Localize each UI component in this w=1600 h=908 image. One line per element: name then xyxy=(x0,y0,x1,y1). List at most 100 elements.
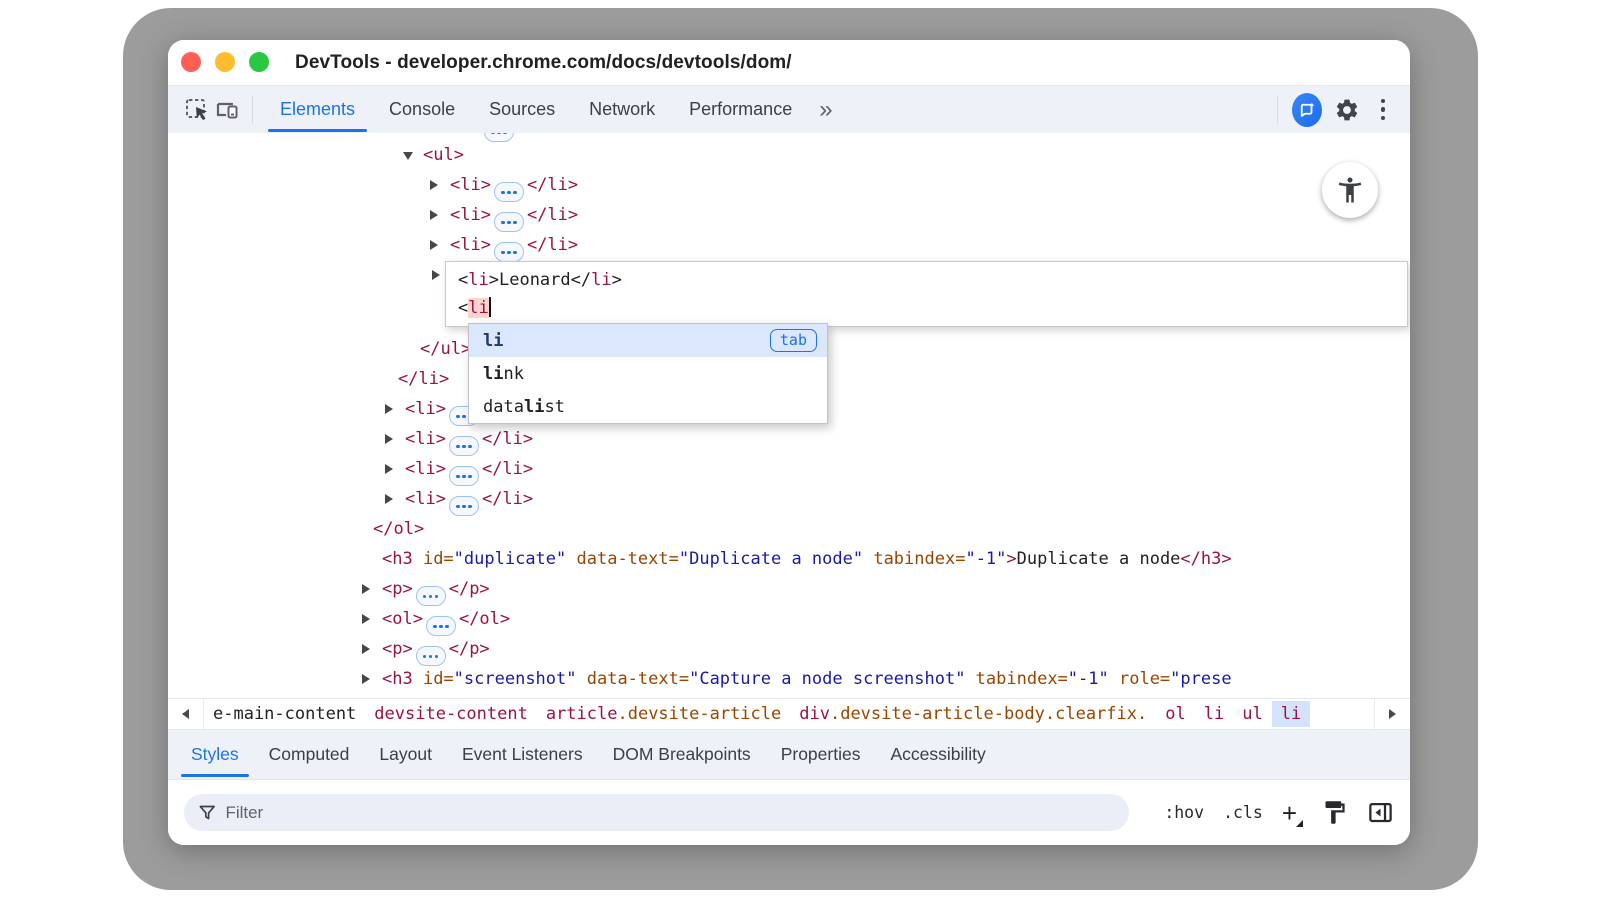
code-token: li xyxy=(591,270,611,290)
tab-event-listeners[interactable]: Event Listeners xyxy=(447,730,598,779)
expand-arrow-icon[interactable] xyxy=(385,494,393,504)
toolbar-divider-right xyxy=(1277,96,1278,124)
dom-tree-row[interactable]: <li> </li> xyxy=(168,133,1410,140)
text-caret xyxy=(489,297,491,317)
crumb-part: div xyxy=(799,704,830,724)
dom-tree-row[interactable]: <li></li> xyxy=(168,424,1410,454)
tab-console[interactable]: Console xyxy=(372,86,472,133)
window-title: DevTools - developer.chrome.com/docs/dev… xyxy=(295,52,792,74)
breadcrumb-item[interactable]: e-main-content xyxy=(204,701,365,727)
autocomplete-dropdown: litablinkdatalist xyxy=(468,323,828,424)
tab-sources[interactable]: Sources xyxy=(472,86,572,133)
breadcrumb-item[interactable]: devsite-content xyxy=(365,701,537,727)
code-token: </li> xyxy=(527,175,578,195)
dom-tree-row[interactable]: </ol> xyxy=(168,514,1410,544)
code-token: "-1" xyxy=(1068,669,1109,689)
rendering-brush-icon[interactable] xyxy=(1321,799,1348,826)
breadcrumb-item[interactable]: div.devsite-article-body.clearfix. xyxy=(790,701,1156,727)
styles-filter-pill[interactable] xyxy=(184,794,1129,831)
crumb-part: .devsite-article-body.clearfix. xyxy=(830,704,1147,724)
expand-arrow-icon[interactable] xyxy=(362,674,370,684)
code-token: "screenshot" xyxy=(454,669,577,689)
close-window-button[interactable] xyxy=(181,52,201,72)
overflow-chevrons-icon[interactable]: » xyxy=(809,98,842,122)
ac-pre: data xyxy=(483,397,524,417)
code-token: <ol> xyxy=(382,609,423,629)
code-token: <li> xyxy=(440,133,481,135)
code-token: <li> xyxy=(405,399,446,419)
dom-tree-row[interactable]: <h3 id="duplicate" data-text="Duplicate … xyxy=(168,544,1410,574)
expand-arrow-icon[interactable] xyxy=(385,434,393,444)
crumb-part: devsite-content xyxy=(374,704,528,724)
autocomplete-item[interactable]: link xyxy=(469,357,827,390)
element-classes-button[interactable]: .cls xyxy=(1223,803,1263,822)
device-toolbar-icon[interactable] xyxy=(212,95,242,125)
code-token: <h3 xyxy=(382,549,413,569)
tab-dom-breakpoints[interactable]: DOM Breakpoints xyxy=(598,730,766,779)
dom-tree-row[interactable]: <li></li> xyxy=(168,484,1410,514)
dom-tree-row[interactable]: <h3 id="screenshot" data-text="Capture a… xyxy=(168,664,1410,694)
breadcrumb-item[interactable]: article.devsite-article xyxy=(537,701,790,727)
code-token: "duplicate" xyxy=(454,549,567,569)
expand-arrow-icon[interactable] xyxy=(432,270,440,280)
minimize-window-button[interactable] xyxy=(215,52,235,72)
crumb-part: li xyxy=(1204,704,1224,724)
dom-tree-row[interactable]: <ol></ol> xyxy=(168,604,1410,634)
styles-filter-input[interactable] xyxy=(225,803,1115,823)
tab-styles[interactable]: Styles xyxy=(176,730,254,779)
dom-tree-row[interactable]: <p></p> xyxy=(168,574,1410,604)
tab-computed[interactable]: Computed xyxy=(254,730,365,779)
tab-performance[interactable]: Performance xyxy=(672,86,809,133)
new-style-rule-plus-icon[interactable]: + xyxy=(1282,803,1302,823)
tab-accessibility[interactable]: Accessibility xyxy=(875,730,1000,779)
expand-arrow-icon[interactable] xyxy=(385,464,393,474)
crumb-scroll-left-icon[interactable] xyxy=(168,699,204,729)
dom-tree-row[interactable]: <p></p> xyxy=(168,634,1410,664)
autocomplete-item[interactable]: datalist xyxy=(469,390,827,423)
code-token: <li> xyxy=(450,235,491,255)
ellipsis-pill-icon[interactable] xyxy=(494,242,524,262)
expand-arrow-icon[interactable] xyxy=(430,180,438,190)
dom-tree-row[interactable]: <li></li> xyxy=(168,230,1410,260)
dom-edit-textbox[interactable]: <li>Leonard</li> <li xyxy=(445,261,1408,327)
tab-network[interactable]: Network xyxy=(572,86,672,133)
toggle-element-state-button[interactable]: :hov xyxy=(1164,803,1204,822)
dom-tree-row[interactable]: <li></li> xyxy=(168,200,1410,230)
code-token: <li> xyxy=(450,205,491,225)
code-token: li xyxy=(468,270,488,290)
maximize-window-button[interactable] xyxy=(249,52,269,72)
dom-tree-row[interactable]: <li></li> xyxy=(168,454,1410,484)
breadcrumb-item[interactable]: li xyxy=(1195,701,1233,727)
ai-assistant-icon[interactable] xyxy=(1292,95,1322,125)
expand-arrow-icon[interactable] xyxy=(362,584,370,594)
expand-arrow-icon[interactable] xyxy=(385,404,393,414)
tab-properties[interactable]: Properties xyxy=(766,730,876,779)
expand-arrow-icon[interactable] xyxy=(362,614,370,624)
code-token: </h3> xyxy=(1180,549,1231,569)
breadcrumb: e-main-content devsite-content article.dev… xyxy=(204,699,1310,729)
more-options-kebab-icon[interactable] xyxy=(1368,95,1398,125)
dom-tree-row[interactable]: <ul> xyxy=(168,140,1410,170)
ac-post: nk xyxy=(503,364,523,384)
accessibility-floating-button[interactable] xyxy=(1322,162,1378,218)
code-token: </li> xyxy=(517,133,568,135)
inspect-element-icon[interactable] xyxy=(182,95,212,125)
dom-tree-row[interactable]: <li></li> xyxy=(168,170,1410,200)
breadcrumb-item[interactable]: ol xyxy=(1156,701,1194,727)
code-token: </li> xyxy=(482,489,533,509)
crumb-scroll-right-icon[interactable] xyxy=(1374,699,1410,729)
sidebar-toggle-icon[interactable] xyxy=(1367,799,1394,826)
autocomplete-item[interactable]: litab xyxy=(469,324,827,357)
expand-arrow-icon[interactable] xyxy=(403,152,413,160)
code-token: <h3 xyxy=(382,669,413,689)
settings-gear-icon[interactable] xyxy=(1332,95,1362,125)
expand-arrow-icon[interactable] xyxy=(362,644,370,654)
expand-arrow-icon[interactable] xyxy=(430,210,438,220)
tab-elements[interactable]: Elements xyxy=(263,86,372,133)
tab-layout[interactable]: Layout xyxy=(364,730,447,779)
breadcrumb-item[interactable]: li xyxy=(1272,701,1310,727)
code-token: < xyxy=(458,298,468,318)
expand-arrow-icon[interactable] xyxy=(430,240,438,250)
breadcrumb-item[interactable]: ul xyxy=(1233,701,1271,727)
toolbar-tabs: ElementsConsoleSourcesNetworkPerformance xyxy=(263,86,809,133)
